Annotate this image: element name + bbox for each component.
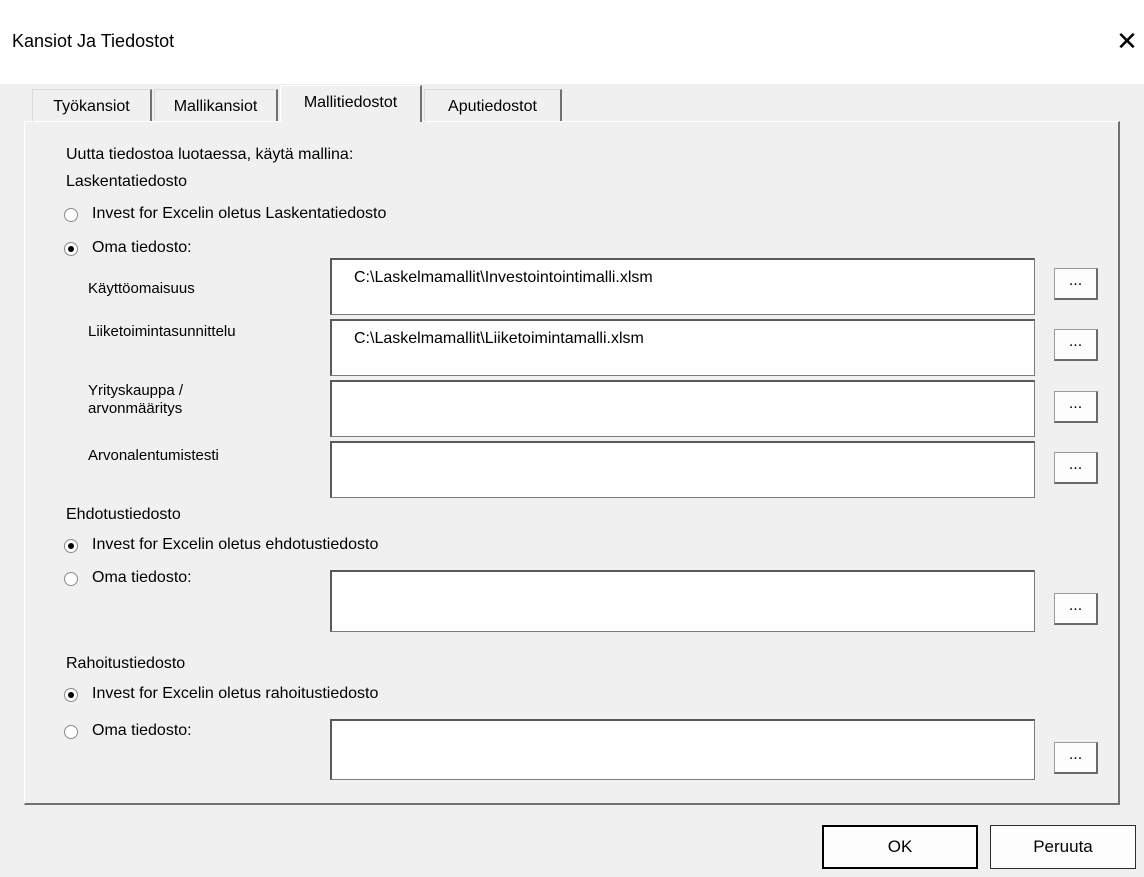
tab-aputiedostot[interactable]: Aputiedostot [424,89,562,122]
rahoitus-default-label[interactable]: Invest for Excelin oletus rahoitustiedos… [92,685,378,703]
tab-mallitiedostot[interactable]: Mallitiedostot [280,85,422,122]
rahoitus-browse-button[interactable]: ... [1054,742,1098,774]
liiketoiminta-label: Liiketoimintasunnittelu [88,323,236,340]
tab-mallikansiot[interactable]: Mallikansiot [154,89,278,122]
cancel-button[interactable]: Peruuta [990,825,1136,869]
laskenta-heading: Laskentatiedosto [66,173,187,190]
ehdotus-default-radio[interactable] [64,539,78,553]
rahoitus-own-label[interactable]: Oma tiedosto: [92,722,192,740]
ehdotus-own-label[interactable]: Oma tiedosto: [92,569,192,587]
laskenta-default-label[interactable]: Invest for Excelin oletus Laskentatiedos… [92,205,386,223]
yrityskauppa-label-line1: Yrityskauppa / [88,382,184,399]
ehdotus-own-radio[interactable] [64,572,78,586]
laskenta-own-radio[interactable] [64,242,78,256]
ehdotus-heading: Ehdotustiedosto [66,506,181,523]
kayttoomaisuus-field[interactable]: C:\Laskelmamallit\Investointointimalli.x… [330,258,1035,315]
rahoitus-own-radio[interactable] [64,725,78,739]
intro-label: Uutta tiedostoa luotaessa, käytä mallina… [66,146,354,163]
yrityskauppa-browse-button[interactable]: ... [1054,391,1098,423]
rahoitus-field[interactable] [330,719,1035,780]
yrityskauppa-field[interactable] [330,380,1035,437]
liiketoiminta-browse-button[interactable]: ... [1054,329,1098,361]
laskenta-own-label[interactable]: Oma tiedosto: [92,239,192,257]
rahoitus-heading: Rahoitustiedosto [66,655,186,672]
arvonalentumistesti-field[interactable] [330,441,1035,498]
ehdotus-default-label[interactable]: Invest for Excelin oletus ehdotustiedost… [92,536,378,554]
yrityskauppa-label-line2: arvonmääritys [88,400,183,417]
tab-tyokansiot[interactable]: Työkansiot [32,89,152,122]
close-button[interactable]: ✕ [1110,24,1144,58]
arvonalentumistesti-browse-button[interactable]: ... [1054,452,1098,484]
title-bar: Kansiot Ja Tiedostot ✕ [0,0,1144,84]
ok-button[interactable]: OK [822,825,978,869]
laskenta-default-radio[interactable] [64,208,78,222]
kayttoomaisuus-browse-button[interactable]: ... [1054,268,1098,300]
liiketoiminta-field[interactable]: C:\Laskelmamallit\Liiketoimintamalli.xls… [330,319,1035,376]
rahoitus-default-radio[interactable] [64,688,78,702]
arvonalentumistesti-label: Arvonalentumistesti [88,447,219,464]
ehdotus-field[interactable] [330,570,1035,632]
window-title: Kansiot Ja Tiedostot [12,31,175,51]
kayttoomaisuus-label: Käyttöomaisuus [88,280,195,297]
ehdotus-browse-button[interactable]: ... [1054,593,1098,625]
close-icon: ✕ [1116,26,1138,56]
